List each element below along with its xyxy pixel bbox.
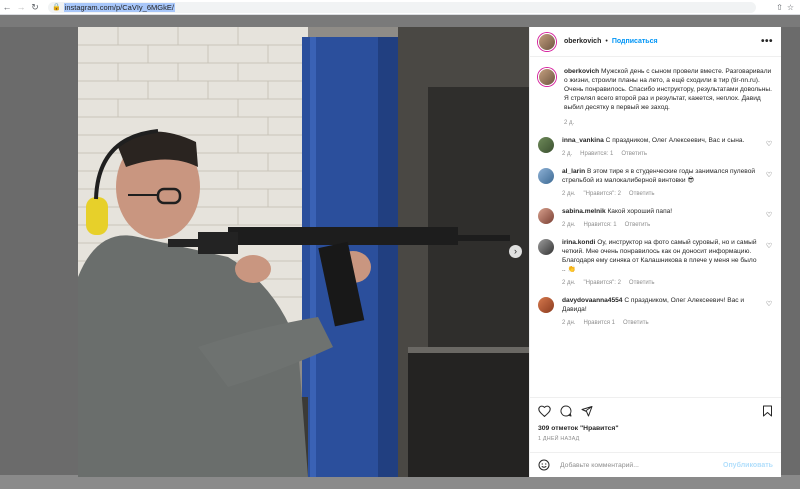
follow-button[interactable]: Подписаться — [612, 38, 658, 45]
comment-like-count[interactable]: Нравится 1 — [584, 319, 615, 328]
reload-icon[interactable]: ↻ — [28, 0, 42, 14]
header-separator: • — [605, 38, 608, 45]
author-username[interactable]: oberkovich — [564, 38, 601, 45]
caption-entry: oberkovich Мужской день с сыном провели … — [538, 67, 773, 128]
next-image-button[interactable]: › — [509, 245, 522, 258]
comment-text: В этом тире я в студенческие годы занима… — [562, 168, 756, 184]
comment-like-count[interactable]: "Нравится": 2 — [584, 279, 621, 288]
commenter-avatar[interactable] — [538, 137, 554, 153]
commenter-username[interactable]: irina.kondi — [562, 239, 595, 246]
emoji-icon[interactable] — [538, 459, 550, 471]
more-options-icon[interactable]: ••• — [761, 36, 773, 47]
comment-item: davydovaanna4554 С праздником, Олег Алек… — [538, 296, 773, 328]
comment-item: sabina.melnik Какой хороший папа! 2 дн. Нр… — [538, 207, 773, 230]
comment-input[interactable] — [558, 460, 723, 470]
comment-heart-icon[interactable]: ♡ — [765, 140, 773, 159]
reply-button[interactable]: Ответить — [629, 279, 655, 288]
comments-list[interactable]: oberkovich Мужской день с сыном провели … — [530, 57, 781, 427]
author-avatar[interactable] — [538, 32, 556, 51]
chevron-right-icon: › — [514, 246, 517, 256]
backdrop-footer-strip — [0, 475, 800, 489]
comment-heart-icon[interactable]: ♡ — [765, 171, 773, 199]
commenter-username[interactable]: sabina.melnik — [562, 208, 606, 215]
publish-button[interactable]: Опубликовать — [723, 462, 773, 469]
bookmark-icon[interactable] — [762, 405, 773, 417]
comment-age: 2 дн. — [562, 280, 576, 286]
post-photo[interactable] — [78, 27, 529, 477]
post-header: oberkovich • Подписаться ••• — [530, 27, 781, 57]
comment-heart-icon[interactable]: ♡ — [765, 242, 773, 288]
browser-toolbar: ← → ↻ 🔒 instagram.com/p/CaVIy_6MGkE/ ⇧ ☆ — [0, 0, 800, 15]
comment-age: 2 дн. — [562, 320, 576, 326]
caption-avatar[interactable] — [538, 68, 556, 86]
commenter-avatar[interactable] — [538, 208, 554, 224]
comment-age: 2 дн. — [562, 222, 576, 228]
comment-heart-icon[interactable]: ♡ — [765, 300, 773, 328]
reply-button[interactable]: Ответить — [623, 319, 649, 328]
comment-age: 2 дн. — [562, 191, 576, 197]
commenter-avatar[interactable] — [538, 297, 554, 313]
comment-like-count[interactable]: Нравится: 1 — [580, 150, 613, 159]
reply-button[interactable]: Ответить — [621, 150, 647, 159]
reply-button[interactable]: Ответить — [629, 190, 655, 199]
commenter-username[interactable]: al_larin — [562, 168, 585, 175]
comment-text: Какой хороший папа! — [607, 208, 673, 215]
comment-like-count[interactable]: "Нравится": 2 — [584, 190, 621, 199]
comment-item: al_larin В этом тире я в студенческие го… — [538, 167, 773, 199]
heart-icon[interactable] — [538, 405, 551, 417]
commenter-avatar[interactable] — [538, 239, 554, 255]
post-date: 1 ДНЕЙ НАЗАД — [538, 436, 580, 442]
comment-icon[interactable] — [560, 405, 572, 417]
back-arrow-icon[interactable]: ← — [0, 0, 14, 14]
commenter-username[interactable]: inna_vankina — [562, 137, 604, 144]
post-side-panel: oberkovich • Подписаться ••• oberkovich … — [529, 27, 781, 477]
comment-age: 2 д. — [562, 151, 573, 157]
post-image — [78, 27, 529, 477]
forward-arrow-icon[interactable]: → — [14, 0, 28, 14]
url-text[interactable]: instagram.com/p/CaVIy_6MGkE/ — [63, 2, 175, 12]
backdrop-header-strip — [0, 15, 800, 27]
add-comment-bar: Опубликовать — [530, 452, 781, 477]
commenter-username[interactable]: davydovaanna4554 — [562, 297, 622, 304]
likes-count[interactable]: 309 отметок "Нравится" — [538, 425, 773, 432]
browser-extras: ⇧ ☆ — [776, 3, 800, 12]
comment-like-count[interactable]: Нравится: 1 — [584, 221, 617, 230]
comment-item: irina.kondi Оу, инструктор на фото самый… — [538, 238, 773, 288]
bookmark-star-icon[interactable]: ☆ — [787, 3, 794, 12]
commenter-avatar[interactable] — [538, 168, 554, 184]
caption-age: 2 д. — [564, 120, 575, 126]
comment-text: С праздником, Олег Алексеевич, Вас и сын… — [605, 137, 745, 144]
share-icon[interactable] — [581, 405, 593, 417]
action-bar: 309 отметок "Нравится" 1 ДНЕЙ НАЗАД — [530, 397, 781, 442]
comment-heart-icon[interactable]: ♡ — [765, 211, 773, 230]
share-page-icon[interactable]: ⇧ — [776, 3, 783, 12]
address-bar[interactable]: 🔒 instagram.com/p/CaVIy_6MGkE/ — [48, 1, 756, 13]
comment-item: inna_vankina С праздником, Олег Алексеев… — [538, 136, 773, 159]
reply-button[interactable]: Ответить — [625, 221, 651, 230]
lock-icon: 🔒 — [52, 4, 61, 11]
caption-username[interactable]: oberkovich — [564, 68, 599, 75]
